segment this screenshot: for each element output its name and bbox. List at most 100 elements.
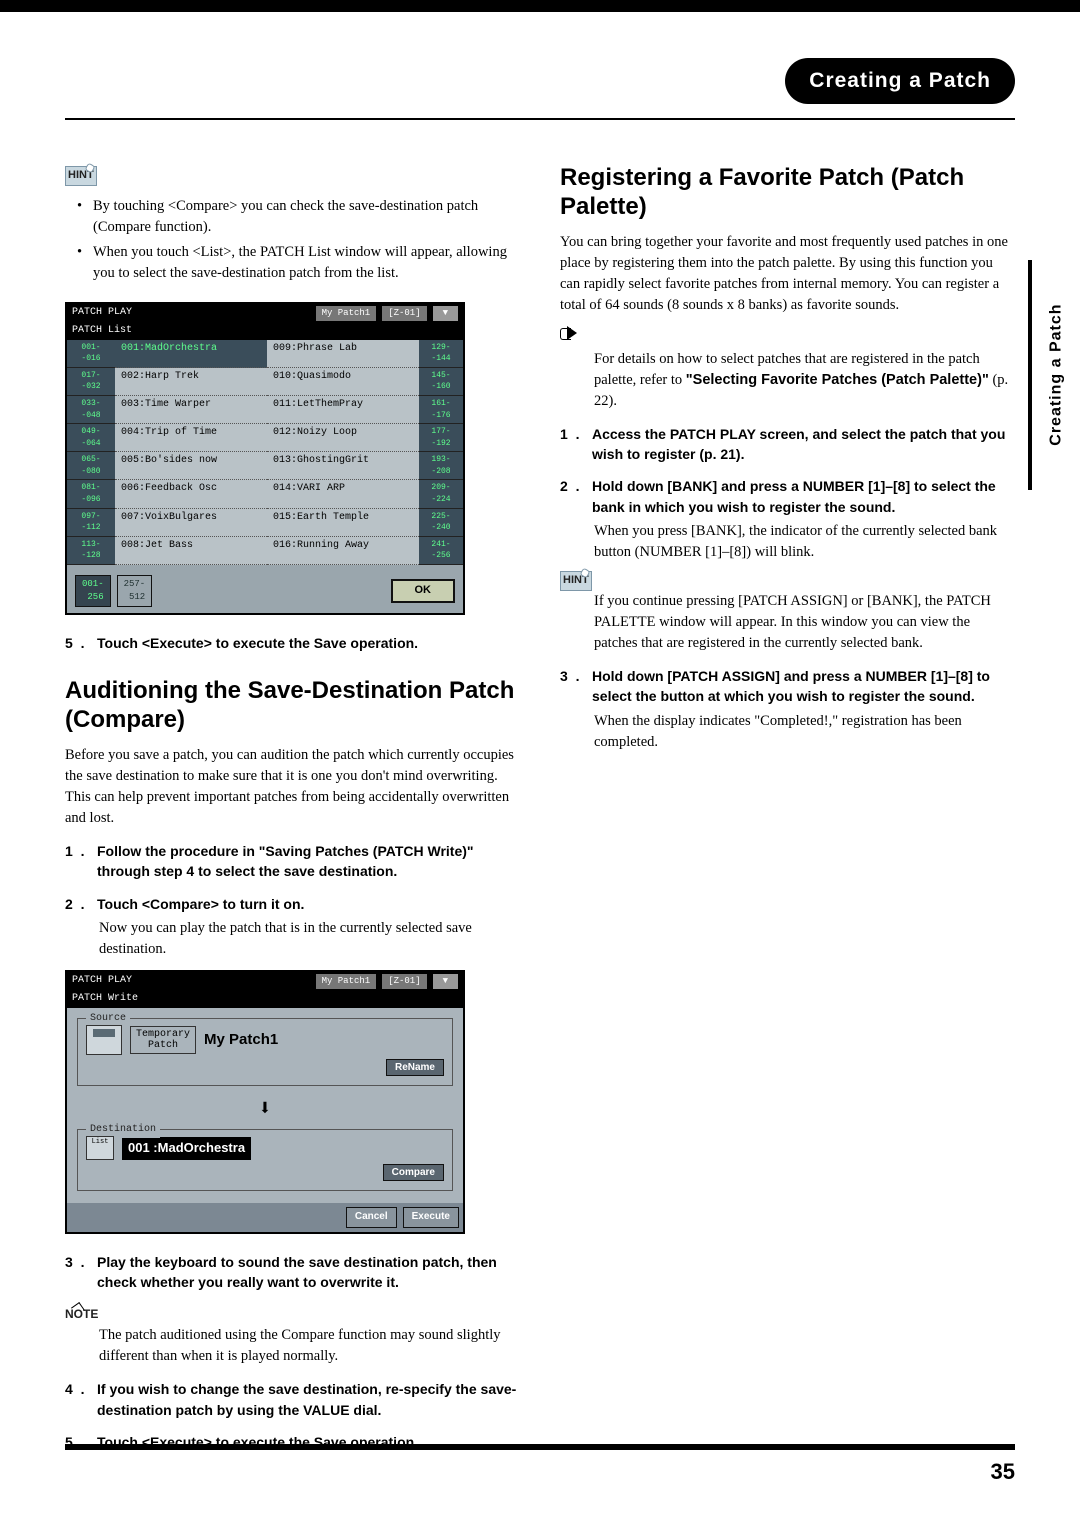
step-1: 1 . Access the PATCH PLAY screen, and se… bbox=[560, 424, 1015, 465]
step-text: Touch <Execute> to execute the Save oper… bbox=[97, 633, 418, 653]
hint-list: By touching <Compare> you can check the … bbox=[77, 196, 520, 284]
right-column: Registering a Favorite Patch (Patch Pale… bbox=[560, 164, 1015, 1456]
step-text: Hold down [BANK] and press a NUMBER [1]–… bbox=[592, 476, 1015, 517]
step-text: Hold down [PATCH ASSIGN] and press a NUM… bbox=[592, 666, 1015, 707]
reference-body: For details on how to select patches tha… bbox=[594, 349, 1015, 412]
step-number: 1 . bbox=[560, 424, 586, 465]
range-button[interactable]: 209- -224 bbox=[419, 480, 463, 508]
patch-entry[interactable]: 001:MadOrchestra bbox=[115, 340, 267, 368]
step-text: Touch <Compare> to turn it on. bbox=[97, 894, 304, 914]
step-number: 3 . bbox=[65, 1252, 91, 1293]
patch-entry[interactable]: 002:Harp Trek bbox=[115, 368, 267, 396]
step-number: 3 . bbox=[560, 666, 586, 707]
section-heading-compare: Auditioning the Save-Destination Patch (… bbox=[65, 677, 520, 735]
range-button[interactable]: 081- -096 bbox=[67, 480, 115, 508]
list-icon[interactable]: List bbox=[86, 1136, 114, 1160]
patch-entry[interactable]: 005:Bo'sides now bbox=[115, 452, 267, 480]
chapter-header: Creating a Patch bbox=[65, 50, 1015, 120]
intro-paragraph: Before you save a patch, you can auditio… bbox=[65, 745, 520, 829]
note-body: The patch auditioned using the Compare f… bbox=[99, 1325, 520, 1367]
patch-entry[interactable]: 004:Trip of Time bbox=[115, 424, 267, 452]
patch-entry[interactable]: 016:Running Away bbox=[267, 537, 419, 565]
step-text: Access the PATCH PLAY screen, and select… bbox=[592, 424, 1015, 465]
patch-entry[interactable]: 003:Time Warper bbox=[115, 396, 267, 424]
step-1: 1 . Follow the procedure in "Saving Patc… bbox=[65, 841, 520, 882]
range-button[interactable]: 241- -256 bbox=[419, 537, 463, 565]
source-group: Source Temporary Patch My Patch1 ReName bbox=[77, 1018, 453, 1086]
note-label: NOTE bbox=[65, 1306, 98, 1323]
destination-name: 001 :MadOrchestra bbox=[122, 1137, 251, 1160]
step-2: 2 . Touch <Compare> to turn it on. bbox=[65, 894, 520, 914]
step-3: 3 . Hold down [PATCH ASSIGN] and press a… bbox=[560, 666, 1015, 707]
step-number: 1 . bbox=[65, 841, 91, 882]
intro-paragraph: You can bring together your favorite and… bbox=[560, 232, 1015, 316]
step-number: 2 . bbox=[560, 476, 586, 517]
step-number: 5 . bbox=[65, 633, 91, 653]
step-2: 2 . Hold down [BANK] and press a NUMBER … bbox=[560, 476, 1015, 517]
step-number: 4 . bbox=[65, 1379, 91, 1420]
temp-patch-box: Temporary Patch bbox=[130, 1026, 196, 1054]
top-accent-bar bbox=[0, 0, 1080, 12]
step-3: 3 . Play the keyboard to sound the save … bbox=[65, 1252, 520, 1293]
screenshot-titlebar: PATCH PLAY My Patch1 [Z-01] ▼ bbox=[67, 972, 463, 991]
range-button[interactable]: 161- -176 bbox=[419, 396, 463, 424]
execute-button[interactable]: Execute bbox=[403, 1207, 459, 1228]
patch-entry[interactable]: 008:Jet Bass bbox=[115, 537, 267, 565]
screenshot-footer: 001- 256 257- 512 OK bbox=[67, 565, 463, 613]
page-tab[interactable]: 257- 512 bbox=[117, 575, 153, 607]
side-tab-label: Creating a Patch bbox=[1044, 304, 1067, 446]
hint-label: HINT bbox=[65, 166, 97, 186]
section-heading-palette: Registering a Favorite Patch (Patch Pale… bbox=[560, 164, 1015, 222]
range-button[interactable]: 065- -080 bbox=[67, 452, 115, 480]
screenshot-subtitle: PATCH Write bbox=[67, 991, 463, 1008]
rename-button[interactable]: ReName bbox=[386, 1059, 444, 1076]
step-body: When the display indicates "Completed!,"… bbox=[594, 711, 1015, 753]
dropdown-icon: ▼ bbox=[433, 306, 458, 321]
screenshot-titlebar: PATCH PLAY My Patch1 [Z-01] ▼ bbox=[67, 304, 463, 323]
range-button[interactable]: 113- -128 bbox=[67, 537, 115, 565]
page-footer: 35 bbox=[65, 1444, 1015, 1488]
range-button[interactable]: 225- -240 bbox=[419, 509, 463, 537]
patch-entry[interactable]: 007:VoixBulgares bbox=[115, 509, 267, 537]
screenshot-footer: Cancel Execute bbox=[67, 1203, 463, 1232]
patch-entry[interactable]: 011:LetThemPray bbox=[267, 396, 419, 424]
ref-link-text: "Selecting Favorite Patches (Patch Palet… bbox=[686, 372, 989, 388]
pointing-hand-icon bbox=[560, 326, 588, 340]
patch-entry[interactable]: 010:Quasimodo bbox=[267, 368, 419, 396]
step-body: Now you can play the patch that is in th… bbox=[99, 918, 520, 960]
range-button[interactable]: 049- -064 bbox=[67, 424, 115, 452]
range-button[interactable]: 017- -032 bbox=[67, 368, 115, 396]
step-text: Play the keyboard to sound the save dest… bbox=[97, 1252, 520, 1293]
patch-entry[interactable]: 014:VARI ARP bbox=[267, 480, 419, 508]
hint-item: When you touch <List>, the PATCH List wi… bbox=[77, 242, 520, 284]
range-button[interactable]: 145- -160 bbox=[419, 368, 463, 396]
patch-entry[interactable]: 012:Noizy Loop bbox=[267, 424, 419, 452]
patch-entry[interactable]: 013:GhostingGrit bbox=[267, 452, 419, 480]
page-tab[interactable]: 001- 256 bbox=[75, 575, 111, 607]
arrow-down-icon: ⬇ bbox=[77, 1094, 453, 1126]
bar-right: [Z-01] bbox=[382, 974, 426, 989]
ok-button[interactable]: OK bbox=[391, 579, 456, 603]
step-4: 4 . If you wish to change the save desti… bbox=[65, 1379, 520, 1420]
step-text: Follow the procedure in "Saving Patches … bbox=[97, 841, 520, 882]
patch-entry[interactable]: 015:Earth Temple bbox=[267, 509, 419, 537]
cancel-button[interactable]: Cancel bbox=[346, 1207, 397, 1228]
hint-body: If you continue pressing [PATCH ASSIGN] … bbox=[594, 591, 1015, 654]
range-button[interactable]: 001- -016 bbox=[67, 340, 115, 368]
dropdown-icon: ▼ bbox=[433, 974, 458, 989]
range-button[interactable]: 097- -112 bbox=[67, 509, 115, 537]
patch-entry[interactable]: 006:Feedback Osc bbox=[115, 480, 267, 508]
page-number: 35 bbox=[991, 1459, 1015, 1484]
source-name: My Patch1 bbox=[204, 1029, 278, 1051]
patch-entry[interactable]: 009:Phrase Lab bbox=[267, 340, 419, 368]
range-button[interactable]: 193- -208 bbox=[419, 452, 463, 480]
hint-label: HINT bbox=[560, 571, 592, 591]
patch-list-grid: 001- -016 001:MadOrchestra 009:Phrase La… bbox=[67, 340, 463, 566]
range-button[interactable]: 129- -144 bbox=[419, 340, 463, 368]
bar-left: PATCH PLAY bbox=[72, 306, 132, 321]
range-button[interactable]: 177- -192 bbox=[419, 424, 463, 452]
patch-write-screenshot: PATCH PLAY My Patch1 [Z-01] ▼ PATCH Writ… bbox=[65, 970, 465, 1234]
side-tab: Creating a Patch bbox=[1028, 260, 1080, 490]
compare-button[interactable]: Compare bbox=[383, 1164, 444, 1181]
range-button[interactable]: 033- -048 bbox=[67, 396, 115, 424]
